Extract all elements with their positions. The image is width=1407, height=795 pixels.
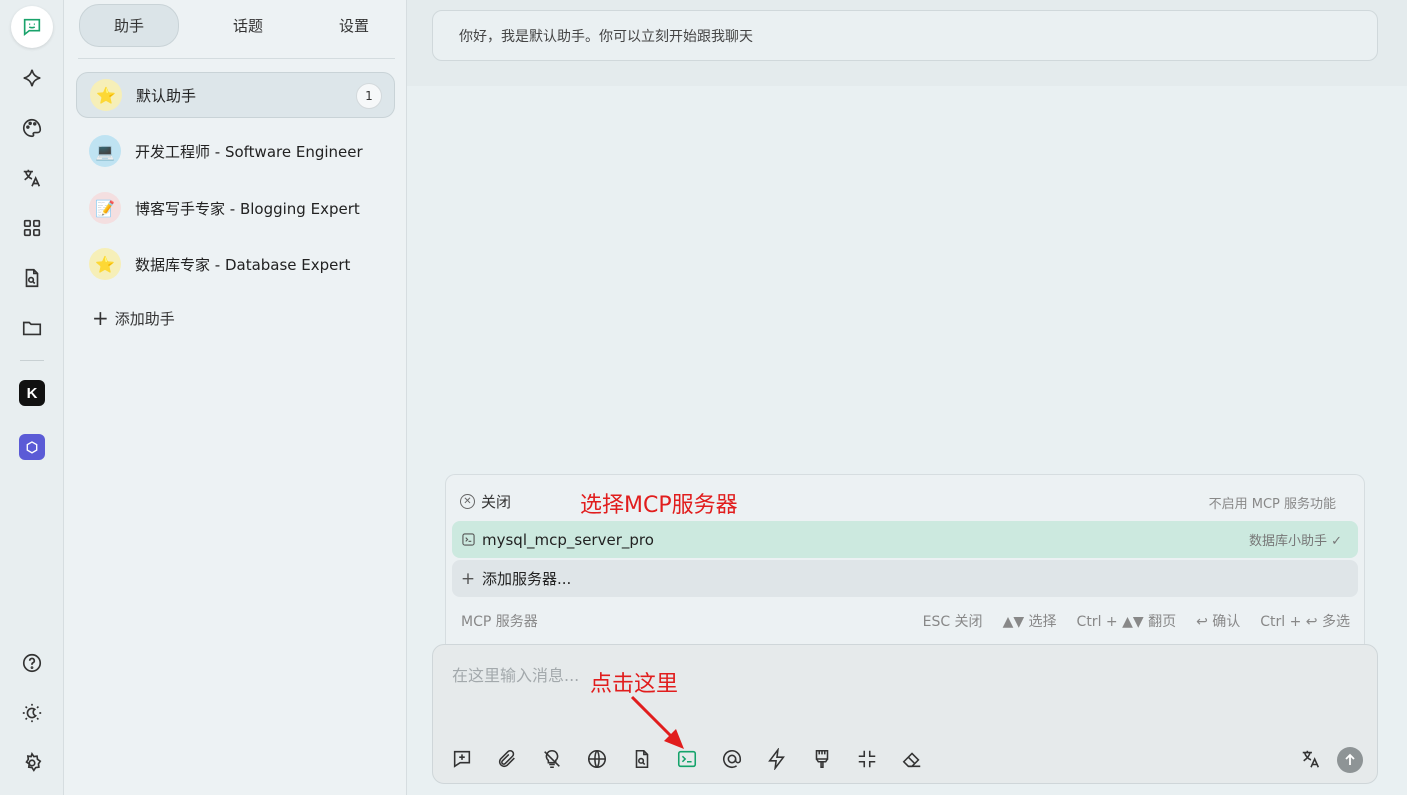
hint: Ctrl + ↩ 多选 <box>1260 614 1350 630</box>
collapse-icon[interactable] <box>855 747 879 771</box>
assistant-name: 博客写手专家 - Blogging Expert <box>135 199 360 218</box>
keyboard-hints: ESC 关闭 ▲▼ 选择 Ctrl + ▲▼ 翻页 ↩ 确认 Ctrl + ↩ … <box>923 611 1350 631</box>
mention-icon[interactable] <box>720 747 744 771</box>
welcome-message: 你好，我是默认助手。你可以立刻开始跟我聊天 <box>432 10 1378 61</box>
hint: ↩ 确认 <box>1196 614 1241 630</box>
plus-icon: + <box>460 568 476 589</box>
assistant-item[interactable]: ⭐ 默认助手 1 <box>76 72 395 118</box>
assistant-name: 默认助手 <box>136 86 197 105</box>
theme-icon[interactable] <box>11 692 53 734</box>
chat-icon[interactable] <box>11 6 53 48</box>
rail-divider <box>20 360 44 361</box>
tab-settings[interactable]: 设置 <box>304 4 404 47</box>
new-topic-icon[interactable] <box>450 747 474 771</box>
message-input[interactable]: 在这里输入消息... <box>452 662 579 686</box>
topic-count-badge: 1 <box>356 83 382 109</box>
file-search-icon[interactable] <box>11 257 53 299</box>
assistants-panel: 助手 话题 设置 ⭐ 默认助手 1 💻 开发工程师 - Software Eng… <box>64 0 407 795</box>
assistant-item[interactable]: ⭐ 数据库专家 - Database Expert <box>76 241 395 287</box>
eraser-icon[interactable] <box>900 747 924 771</box>
translate-icon[interactable] <box>11 157 53 199</box>
add-server-option[interactable]: + 添加服务器... <box>452 560 1358 597</box>
translate-icon[interactable] <box>1299 747 1323 771</box>
web-search-icon[interactable] <box>585 747 609 771</box>
folder-icon[interactable] <box>11 307 53 349</box>
tab-topics[interactable]: 话题 <box>198 4 298 47</box>
memo-icon: 📝 <box>89 192 121 224</box>
apps-grid-icon[interactable] <box>11 207 53 249</box>
terminal-icon <box>461 533 475 547</box>
palette-icon[interactable] <box>11 107 53 149</box>
message-area: 你好，我是默认助手。你可以立刻开始跟我聊天 <box>407 0 1407 86</box>
assistant-item[interactable]: 📝 博客写手专家 - Blogging Expert <box>76 185 395 231</box>
disable-mcp-text: 不启用 MCP 服务功能 <box>1208 497 1336 512</box>
server-tag: 数据库小助手 ✓ <box>1248 534 1342 549</box>
close-button[interactable]: ✕ 关闭 <box>460 491 511 512</box>
settings-icon[interactable] <box>11 742 53 784</box>
send-icon[interactable] <box>1337 747 1363 773</box>
hint: ESC 关闭 <box>922 614 983 630</box>
assistant-item[interactable]: 💻 开发工程师 - Software Engineer <box>76 128 395 174</box>
hint: Ctrl + ▲▼ 翻页 <box>1076 614 1177 630</box>
quick-phrase-icon[interactable] <box>765 747 789 771</box>
star-icon: ⭐ <box>90 79 122 111</box>
sparkle-icon[interactable] <box>11 57 53 99</box>
panel-tabs: 助手 话题 设置 <box>78 4 395 47</box>
tab-assistants[interactable]: 助手 <box>79 4 179 47</box>
close-icon: ✕ <box>460 494 475 509</box>
mcp-footer-label: MCP 服务器 <box>461 614 538 630</box>
help-icon[interactable] <box>11 642 53 684</box>
plus-icon: + <box>92 306 109 330</box>
annotation-click-here: 点击这里 <box>590 672 679 697</box>
clear-context-icon[interactable] <box>810 747 834 771</box>
mcp-server-option[interactable]: mysql_mcp_server_pro 数据库小助手 ✓ <box>452 521 1358 558</box>
hint: ▲▼ 选择 <box>1002 614 1057 630</box>
message-input-box[interactable]: 在这里输入消息... 点击这里 <box>432 644 1378 784</box>
star-icon: ⭐ <box>89 248 121 280</box>
add-assistant-button[interactable]: + 添加助手 <box>92 308 175 329</box>
icon-rail: K ⬡ <box>0 0 64 795</box>
laptop-icon: 💻 <box>89 135 121 167</box>
assistant-name: 数据库专家 - Database Expert <box>135 255 351 274</box>
attachment-icon[interactable] <box>495 747 519 771</box>
tabs-divider <box>78 58 395 59</box>
no-idea-icon[interactable] <box>540 747 564 771</box>
mini-app-hex[interactable]: ⬡ <box>19 434 45 460</box>
mini-app-k[interactable]: K <box>19 380 45 406</box>
annotation-arrow <box>630 695 684 749</box>
mcp-server-popup: ✕ 关闭 选择MCP服务器 不启用 MCP 服务功能 mysql_mcp_ser… <box>445 474 1365 644</box>
assistant-name: 开发工程师 - Software Engineer <box>135 142 363 161</box>
annotation-title: 选择MCP服务器 <box>580 493 738 518</box>
chat-area: 你好，我是默认助手。你可以立刻开始跟我聊天 ✕ 关闭 选择MCP服务器 不启用 … <box>407 0 1407 795</box>
